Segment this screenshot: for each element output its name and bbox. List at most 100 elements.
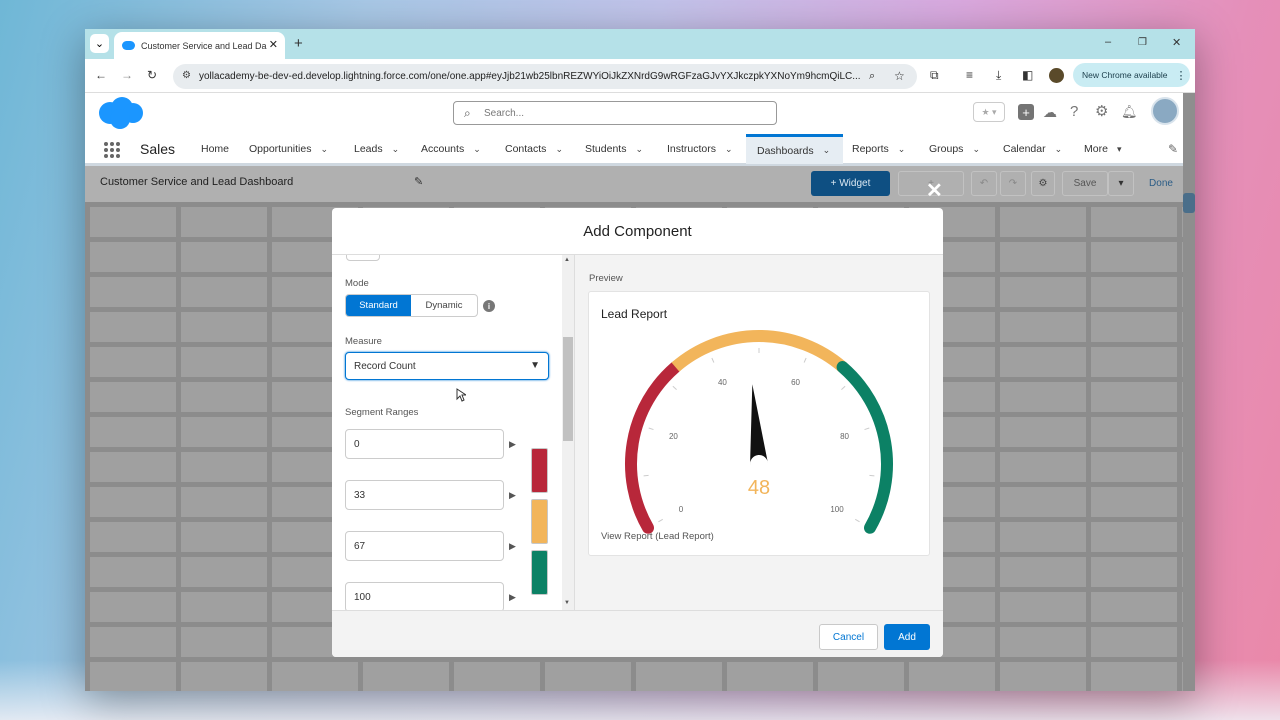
browser-tab[interactable]: Customer Service and Lead Dashboard ✕: [114, 32, 285, 59]
kebab-menu-icon[interactable]: ⋮: [1176, 69, 1187, 82]
new-chrome-button[interactable]: New Chrome available ⋮: [1073, 63, 1190, 87]
chevron-down-icon[interactable]: ⌄: [898, 144, 906, 155]
site-info-icon[interactable]: ⚙: [182, 70, 191, 81]
salesforce-logo-icon: [99, 97, 143, 129]
bookmark-star-icon[interactable]: ☆: [894, 69, 905, 83]
save-button[interactable]: Save: [1062, 171, 1108, 196]
nav-label: Contacts: [505, 143, 547, 155]
tab-close-icon[interactable]: ✕: [269, 38, 278, 51]
nav-item-groups[interactable]: Groups ⌄: [929, 134, 980, 164]
segment-range-input[interactable]: 67: [345, 531, 504, 561]
segment-color-swatch-green[interactable]: [531, 550, 548, 595]
back-icon[interactable]: ←: [95, 69, 107, 81]
favorites-button[interactable]: ★ ▾: [973, 102, 1005, 122]
redo-icon[interactable]: ↷: [1000, 171, 1026, 196]
chevron-down-icon[interactable]: ▾: [1117, 144, 1122, 155]
download-icon[interactable]: ⤓: [996, 69, 1001, 81]
profile-avatar[interactable]: [1049, 68, 1064, 83]
dashboard-title: Customer Service and Lead Dashboard: [100, 176, 294, 188]
settings-scrollbar[interactable]: ▲ ▼: [562, 255, 574, 610]
preview-panel: Preview Lead Report 0 20 40 60 80 100 48 View …: [574, 255, 943, 610]
extensions-icon[interactable]: ⧉: [930, 69, 939, 81]
media-icon[interactable]: ≡: [966, 69, 973, 81]
nav-item-home[interactable]: Home: [201, 134, 229, 164]
browser-window: ⌄ Customer Service and Lead Dashboard ✕ …: [85, 29, 1195, 691]
nav-item-instructors[interactable]: Instructors ⌄: [667, 134, 733, 164]
restore-button[interactable]: ❐: [1138, 37, 1147, 48]
edit-title-pencil-icon[interactable]: ✎: [414, 177, 423, 188]
setup-gear-icon[interactable]: ⚙: [1095, 104, 1108, 119]
segment-arrow-icon: ▶: [509, 490, 516, 500]
minimize-button[interactable]: –: [1105, 36, 1111, 48]
nav-item-calendar[interactable]: Calendar ⌄: [1003, 134, 1062, 164]
chevron-down-icon[interactable]: ⌄: [320, 144, 328, 155]
nav-item-opportunities[interactable]: Opportunities ⌄: [249, 134, 328, 164]
info-icon[interactable]: i: [483, 300, 495, 312]
edit-nav-pencil-icon[interactable]: ✎: [1168, 143, 1178, 155]
zoom-icon[interactable]: ⌕: [869, 70, 875, 83]
global-actions-icon[interactable]: +: [1018, 104, 1034, 120]
page-scrollbar[interactable]: [1183, 93, 1195, 691]
nav-label: More: [1084, 143, 1108, 155]
chevron-down-icon[interactable]: ⌄: [725, 144, 733, 155]
nav-label: Dashboards: [757, 144, 814, 157]
chevron-down-icon[interactable]: ⌄: [555, 144, 563, 155]
modal-title: Add Component: [332, 208, 943, 255]
help-icon[interactable]: ?: [1070, 104, 1078, 119]
new-tab-button[interactable]: +: [294, 35, 303, 52]
url-bar[interactable]: ⚙ yollacademy-be-dev-ed.develop.lightnin…: [173, 64, 917, 89]
scroll-up-icon[interactable]: ▲: [564, 257, 570, 263]
nav-item-students[interactable]: Students ⌄: [585, 134, 643, 164]
scroll-thumb[interactable]: [563, 337, 573, 441]
global-search-input[interactable]: ⌕ Search...: [453, 101, 777, 125]
nav-item-reports[interactable]: Reports ⌄: [852, 134, 905, 164]
measure-select[interactable]: Record Count ▼: [345, 352, 549, 380]
view-report-link[interactable]: View Report (Lead Report): [601, 531, 714, 542]
user-avatar[interactable]: [1151, 97, 1179, 125]
gauge-band: [836, 361, 893, 534]
nav-label: Calendar: [1003, 143, 1046, 155]
chevron-down-icon[interactable]: ⌄: [823, 145, 831, 156]
nav-item-dashboards[interactable]: Dashboards ⌄: [746, 134, 843, 164]
cancel-button[interactable]: Cancel: [819, 624, 878, 650]
nav-item-contacts[interactable]: Contacts ⌄: [505, 134, 563, 164]
side-panel-toggle[interactable]: [1183, 193, 1195, 213]
add-widget-button[interactable]: + Widget: [811, 171, 890, 196]
app-launcher-icon[interactable]: [103, 141, 121, 159]
chevron-down-icon[interactable]: ⌄: [1055, 144, 1063, 155]
mode-dynamic-button[interactable]: Dynamic: [411, 295, 477, 316]
search-placeholder: Search...: [484, 107, 525, 119]
chevron-down-icon[interactable]: ⌄: [635, 144, 643, 155]
nav-item-more[interactable]: More ▾: [1084, 134, 1121, 164]
mode-toggle: Standard Dynamic: [345, 294, 478, 317]
undo-icon[interactable]: ↶: [971, 171, 997, 196]
segment-range-input[interactable]: 0: [345, 429, 504, 459]
save-options-chevron-icon[interactable]: ▾: [1108, 171, 1134, 196]
notifications-bell-icon[interactable]: 🔔︎: [1121, 105, 1138, 118]
nav-item-leads[interactable]: Leads ⌄: [354, 134, 399, 164]
segment-color-swatch-orange[interactable]: [531, 499, 548, 544]
done-button[interactable]: Done: [1143, 171, 1179, 196]
chevron-down-icon[interactable]: ⌄: [392, 144, 400, 155]
trailhead-icon[interactable]: ☁: [1043, 105, 1057, 119]
gauge-tick: [854, 518, 860, 523]
chevron-down-icon[interactable]: ⌄: [473, 144, 481, 155]
modal-close-icon[interactable]: ✕: [926, 178, 943, 203]
mode-standard-button[interactable]: Standard: [346, 295, 411, 316]
tab-search-button[interactable]: ⌄: [90, 34, 109, 53]
chevron-down-icon[interactable]: ⌄: [972, 144, 980, 155]
segment-color-swatch-red[interactable]: [531, 448, 548, 493]
window-close-button[interactable]: ✕: [1172, 36, 1181, 49]
properties-gear-icon[interactable]: ⚙: [1031, 171, 1055, 196]
nav-item-accounts[interactable]: Accounts ⌄: [421, 134, 481, 164]
add-button[interactable]: Add: [884, 624, 930, 650]
segment-range-input[interactable]: 33: [345, 480, 504, 510]
segment-range-input[interactable]: 100: [345, 582, 504, 610]
scroll-down-icon[interactable]: ▼: [564, 600, 570, 606]
salesforce-header: ⌕ Search... ★ ▾ + ☁ ? ⚙ 🔔︎: [85, 93, 1183, 134]
reload-icon[interactable]: ↻: [147, 69, 157, 81]
app-name: Sales: [140, 141, 176, 157]
sidepanel-icon[interactable]: ◧: [1022, 69, 1033, 81]
forward-icon[interactable]: →: [121, 69, 133, 81]
partial-field[interactable]: [346, 255, 380, 261]
